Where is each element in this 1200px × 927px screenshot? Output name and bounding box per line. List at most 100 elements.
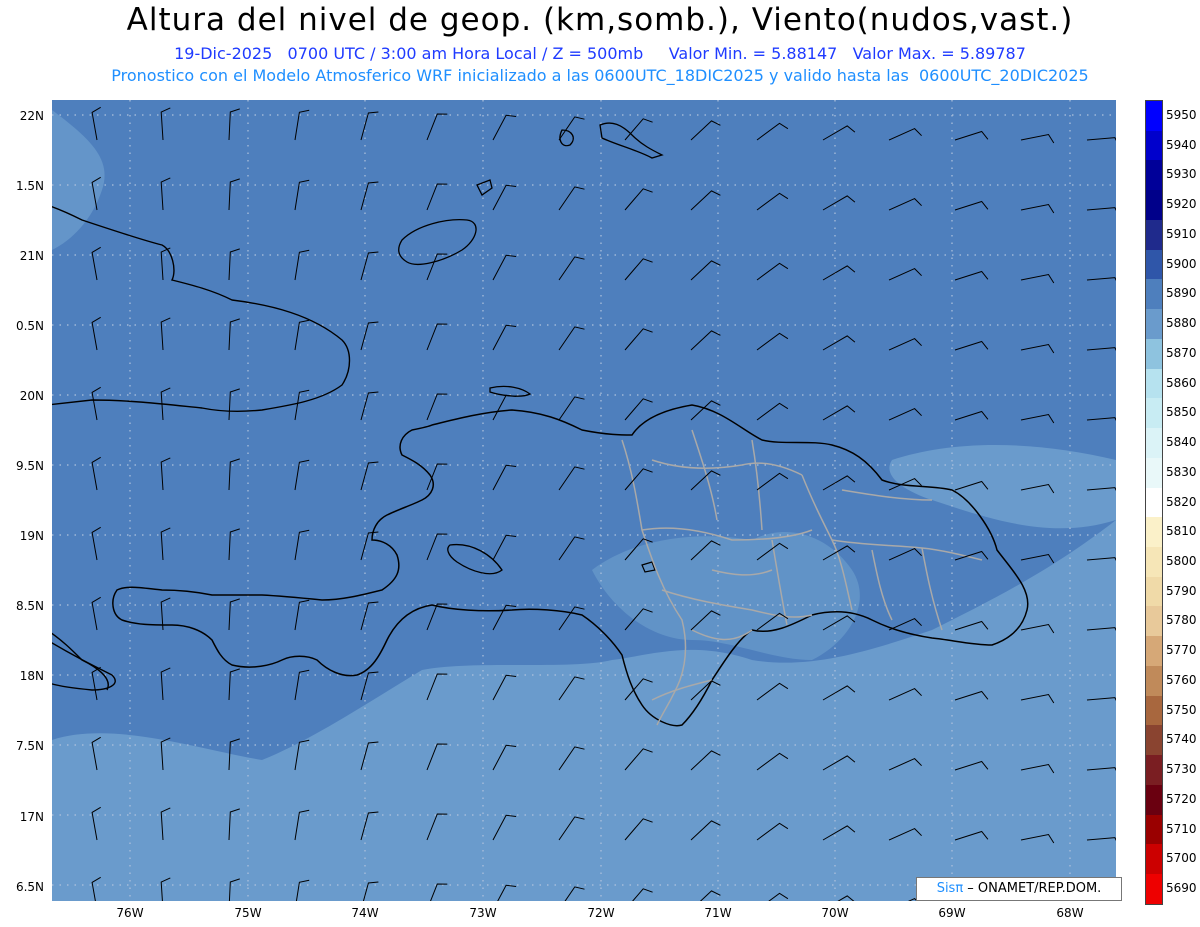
colorbar-swatch [1146,814,1162,845]
colorbar-swatch [1146,130,1162,161]
wind-barb [492,464,517,491]
wind-barb [888,128,922,141]
turks-islands [599,122,664,159]
lon-label-71w: 71W [704,906,732,920]
colorbar-level-label: 5820 [1166,494,1197,509]
wind-barb [228,248,240,281]
lat-label-18-5n: 8.5N [15,599,44,613]
colorbar-swatch [1146,576,1162,607]
colorbar-level-label: 5710 [1166,821,1197,836]
wind-barb [1086,277,1116,282]
wind-barb [756,472,789,491]
wind-barb [91,456,101,491]
colorbar-level-label: 5910 [1166,226,1197,241]
colorbar-swatch [1146,547,1162,577]
wind-barb [492,604,517,631]
colorbar [1145,100,1163,905]
wind-barb [690,400,721,421]
wind-barb [888,548,922,561]
colorbar-level-label: 5860 [1166,375,1197,390]
wind-barb [1086,347,1116,352]
colorbar-level-label: 5730 [1166,762,1197,777]
caicos-islands [559,129,574,147]
lat-label-16-5n: 6.5N [15,880,44,894]
wind-barb [624,468,653,491]
forecast-time-line: 19-Dic-2025 0700 UTC / 3:00 am Hora Loca… [174,44,1026,63]
colorbar-level-label: 5950 [1166,107,1197,122]
colorbar-level-label: 5840 [1166,435,1197,450]
colorbar-level-label: 5780 [1166,613,1197,628]
colorbar-swatch [1146,636,1162,666]
wind-barb [888,268,922,281]
colorbar-swatch [1146,517,1162,548]
wind-barb [558,536,585,561]
colorbar-level-label: 5940 [1166,137,1197,152]
colorbar-level-label: 5900 [1166,256,1197,271]
colorbar-level-label: 5870 [1166,345,1197,360]
wind-barb [1086,417,1116,422]
jamaica-coastline [52,642,116,691]
lon-label-68w: 68W [1056,906,1084,920]
colorbar-level-label: 5750 [1166,702,1197,717]
wind-barb [91,526,101,561]
lat-label-22n: 22N [19,109,44,123]
wind-barb [91,316,101,351]
wind-barb [822,405,856,421]
wind-barb [888,338,922,351]
lat-label-17-5n: 7.5N [15,739,44,753]
wind-barb [888,618,922,631]
colorbar-level-label: 5920 [1166,197,1197,212]
colorbar-swatch [1146,725,1162,756]
wind-barb [426,323,448,351]
map-title: Altura del nivel de geop. (km,somb.), Vi… [126,2,1074,38]
wind-barb [228,668,240,701]
colorbar-level-label: 5880 [1166,316,1197,331]
wind-barb [756,402,789,421]
wind-barb [1020,133,1055,144]
lat-label-20n: 20N [19,389,44,403]
lat-label-17n: 17N [19,810,44,824]
wind-barb [558,396,585,421]
wind-barb [558,466,585,491]
wind-barb [1020,203,1055,214]
lon-label-70w: 70W [821,906,849,920]
colorbar-swatch [1146,695,1162,726]
lat-label-19-5n: 9.5N [15,459,44,473]
wind-barb [756,192,789,211]
model-info-line: Pronostico con el Modelo Atmosferico WRF… [111,66,1089,85]
wind-barb [690,330,721,351]
wind-barb [954,550,989,561]
wind-barb [756,122,789,141]
wind-barb [954,270,989,281]
wind-barb [756,262,789,281]
colorbar-swatch [1146,368,1162,399]
lon-label-73w: 73W [469,906,497,920]
wind-barb [91,596,101,631]
wind-barb [558,326,585,351]
wind-barb [160,667,171,701]
colorbar-level-label: 5760 [1166,672,1197,687]
wind-barb [1020,343,1055,354]
wind-barb [954,200,989,211]
wind-barb [160,527,171,561]
wind-barb [426,183,448,211]
colorbar-swatch [1146,338,1162,369]
wind-barb [690,190,721,211]
wind-barb [91,386,101,421]
wind-barb [492,394,517,421]
colorbar-swatch [1146,101,1162,131]
wind-barb [426,393,448,421]
colorbar-level-label: 5850 [1166,405,1197,420]
wind-barb [822,265,856,281]
wind-barb [228,598,240,631]
wind-barb [492,114,517,141]
wind-barb [1020,553,1055,564]
lat-label-19n: 19N [19,529,44,543]
wind-barb [558,256,585,281]
lon-label-72w: 72W [587,906,615,920]
lon-label-76w: 76W [116,906,144,920]
colorbar-swatch [1146,874,1162,904]
wind-barb [492,534,517,561]
colorbar-swatch [1146,606,1162,637]
wind-barb [558,606,585,631]
